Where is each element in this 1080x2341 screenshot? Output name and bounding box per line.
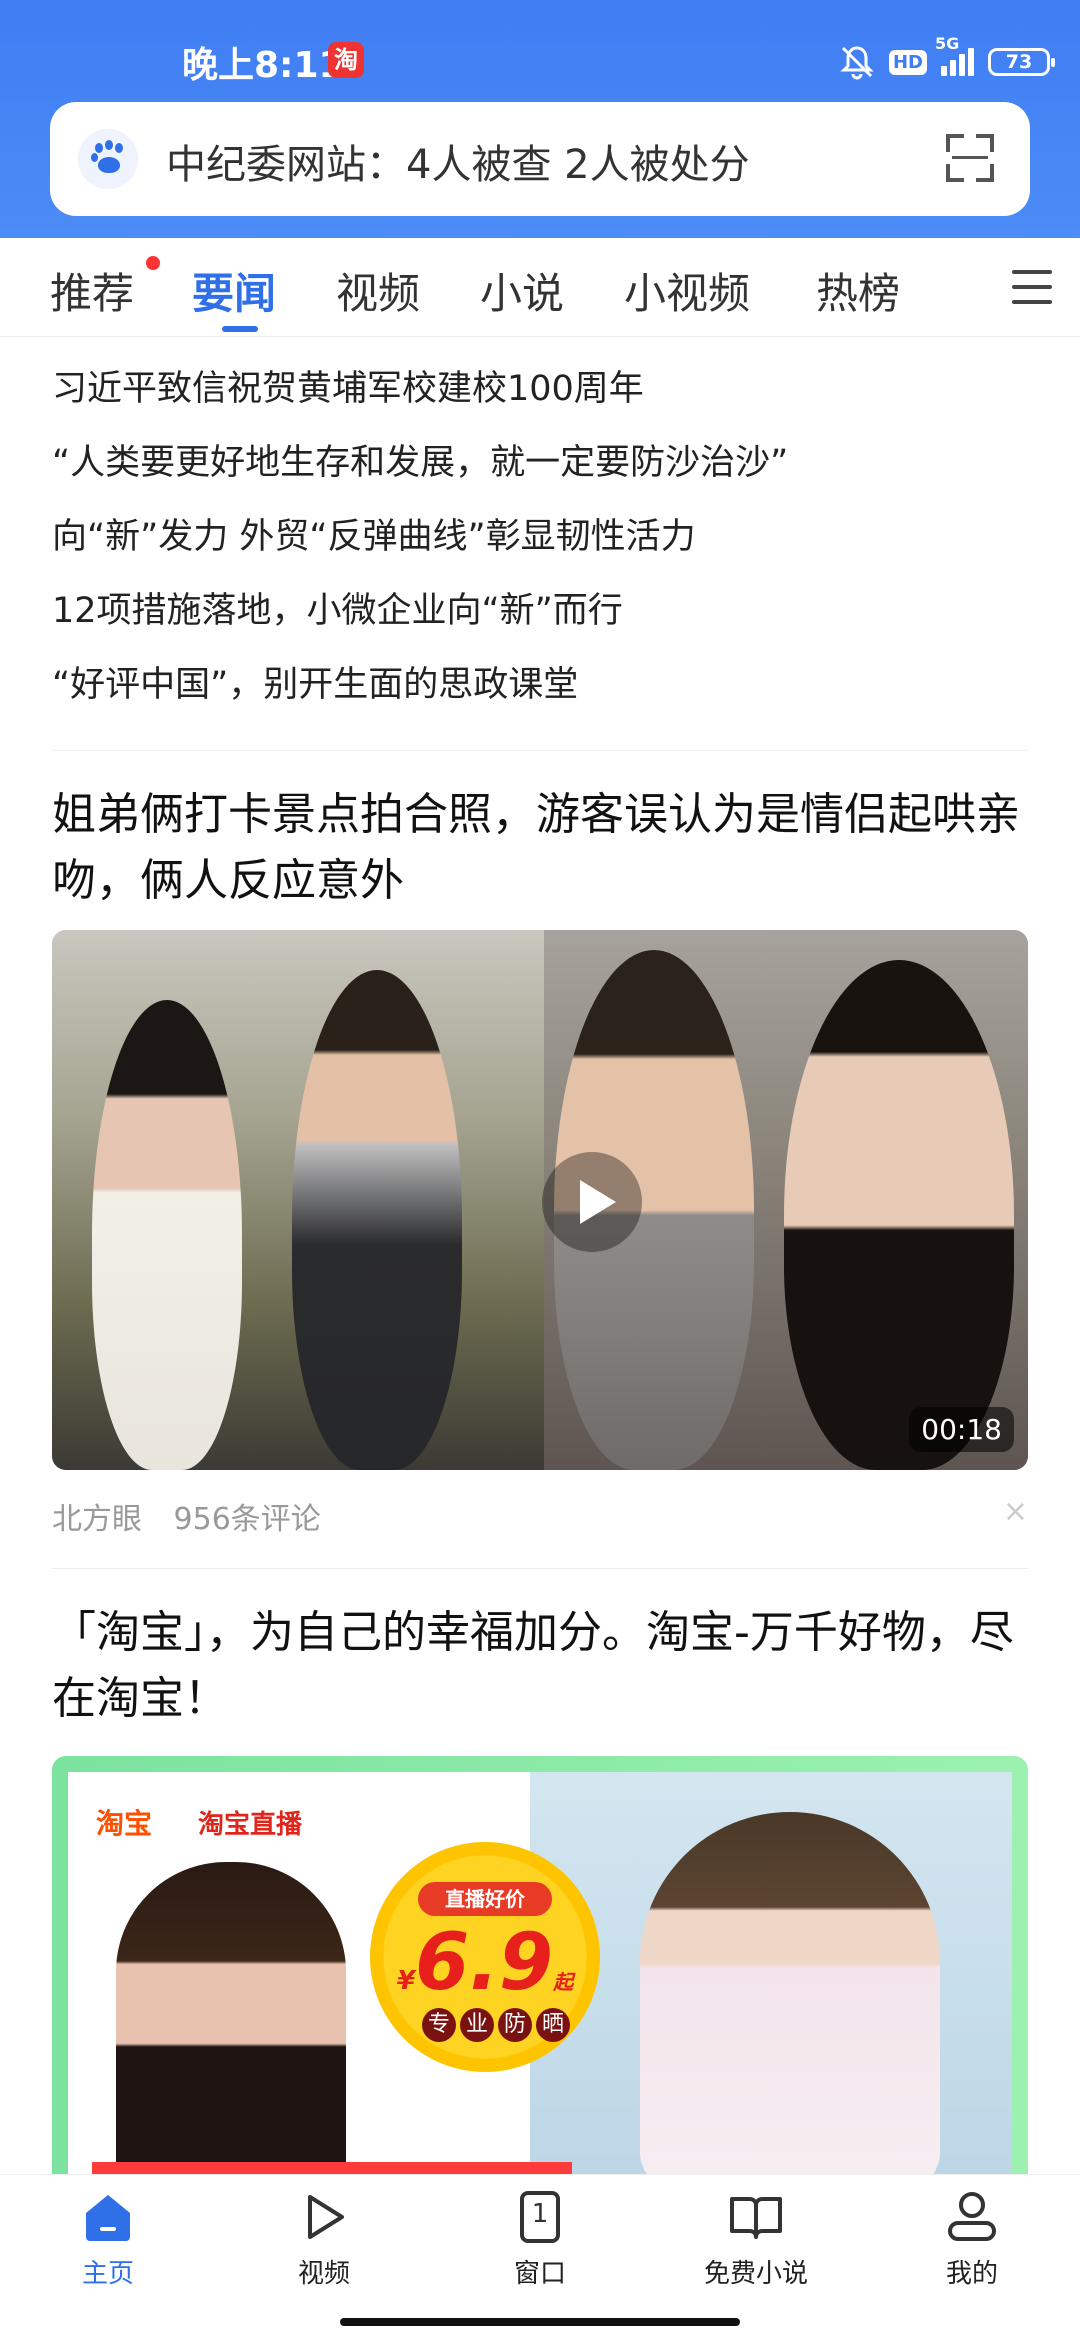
search-query[interactable]: 中纪委网站：4人被查 2人被处分 [166,132,750,190]
tab-recommend[interactable]: 推荐 [50,260,134,321]
bottom-nav: 主页 视频 1 窗口 免费小说 我的 [0,2174,1080,2341]
tab-video[interactable]: 视频 [336,260,420,321]
video-duration: 00:18 [909,1407,1014,1452]
taobao-logo: 淘宝 [96,1807,153,1840]
taobao-notification-icon: 淘 [328,42,364,78]
tab-novel[interactable]: 小说 [480,260,564,321]
mask-model-image [640,1812,940,2176]
status-icons: HD 5G 73 [839,34,1055,84]
spokesperson-image [116,1862,346,2176]
play-outline-icon [296,2189,352,2245]
nav-free-novel-label: 免费小说 [703,2259,808,2289]
home-indicator[interactable] [340,2318,740,2326]
video-article-title[interactable]: 姐弟俩打卡景点拍合照，游客误认为是情侣起哄亲吻，俩人反应意外 [52,782,1032,914]
ad-banner[interactable]: 淘宝 淘宝直播 直播好价 ¥6.9起 专业防晒 [52,1756,1028,2176]
status-time: 晚上8:11 [182,45,344,86]
status-bar: 晚上8:11 淘 HD 5G 73 [0,0,1080,100]
user-icon [944,2189,1000,2245]
price-value: ¥6.9起 [396,1918,574,2008]
scan-icon[interactable] [946,134,994,182]
ad-article-title[interactable]: 「淘宝」，为自己的幸福加分。淘宝-万千好物，尽在淘宝！ [52,1600,1032,1732]
tab-short-video[interactable]: 小视频 [624,260,750,321]
search-bar[interactable]: 中纪委网站：4人被查 2人被处分 [50,102,1030,216]
network-type: 5G [935,34,960,53]
nav-free-novel[interactable]: 免费小说 [676,2189,836,2290]
nav-video-label: 视频 [297,2259,350,2289]
headline-item[interactable]: 向“新”发力 外贸“反弹曲线”彰显韧性活力 [52,508,1032,582]
headline-item[interactable]: 习近平致信祝贺黄埔军校建校100周年 [52,360,1032,434]
ad-content: 淘宝 淘宝直播 直播好价 ¥6.9起 专业防晒 [68,1772,1012,2176]
baidu-paw-icon [78,129,138,189]
comment-count: 956条评论 [173,1502,321,1537]
nav-windows[interactable]: 1 窗口 [460,2189,620,2290]
nav-home-label: 主页 [81,2259,134,2289]
price-badge: 直播好价 ¥6.9起 专业防晒 [370,1842,600,2072]
nav-profile-label: 我的 [945,2259,998,2289]
headline-item[interactable]: “人类要更好地生存和发展，就一定要防沙治沙” [52,434,1032,508]
taobao-live-label: 淘宝直播 [198,1810,303,1840]
nav-windows-label: 窗口 [513,2259,566,2289]
article-meta: 北方眼 956条评论 [52,1494,343,1538]
price-badge-label: 直播好价 [418,1882,552,1916]
divider [52,750,1028,751]
bell-off-icon [839,44,875,80]
header: 晚上8:11 淘 HD 5G 73 中纪委网站：4人被查 2人被处分 [0,0,1080,238]
channel-tabs: 推荐 要闻 视频 小说 小视频 热榜 [0,240,1080,337]
tab-hot-list[interactable]: 热榜 [816,260,900,321]
book-icon [728,2189,784,2245]
video-thumbnail[interactable]: 00:18 [52,930,1028,1470]
nav-home[interactable]: 主页 [28,2189,188,2290]
article-source: 北方眼 [52,1502,142,1537]
price-badge-tags: 专业防晒 [422,2008,574,2042]
ad-product-image [530,1772,1012,2176]
play-icon[interactable] [542,1152,642,1252]
window-count-icon: 1 [512,2189,568,2245]
nav-profile[interactable]: 我的 [892,2189,1052,2290]
nav-video[interactable]: 视频 [244,2189,404,2290]
battery-icon: 73 [988,48,1055,76]
channel-menu-icon[interactable] [1012,270,1052,304]
headline-list: 习近平致信祝贺黄埔军校建校100周年 “人类要更好地生存和发展，就一定要防沙治沙… [52,360,1032,730]
home-icon [80,2189,136,2245]
window-count: 1 [531,2199,549,2229]
video-frame-left [52,930,544,1470]
divider [52,1568,1028,1569]
signal-icon: 5G [935,34,974,76]
headline-item[interactable]: 12项措施落地，小微企业向“新”而行 [52,582,1032,656]
dismiss-icon[interactable]: × [1003,1494,1028,1529]
hd-icon: HD [888,49,927,75]
active-tab-indicator [222,326,258,332]
tab-news[interactable]: 要闻 [192,260,276,321]
notification-dot [146,256,160,270]
headline-item[interactable]: “好评中国”，别开生面的思政课堂 [52,656,1032,730]
